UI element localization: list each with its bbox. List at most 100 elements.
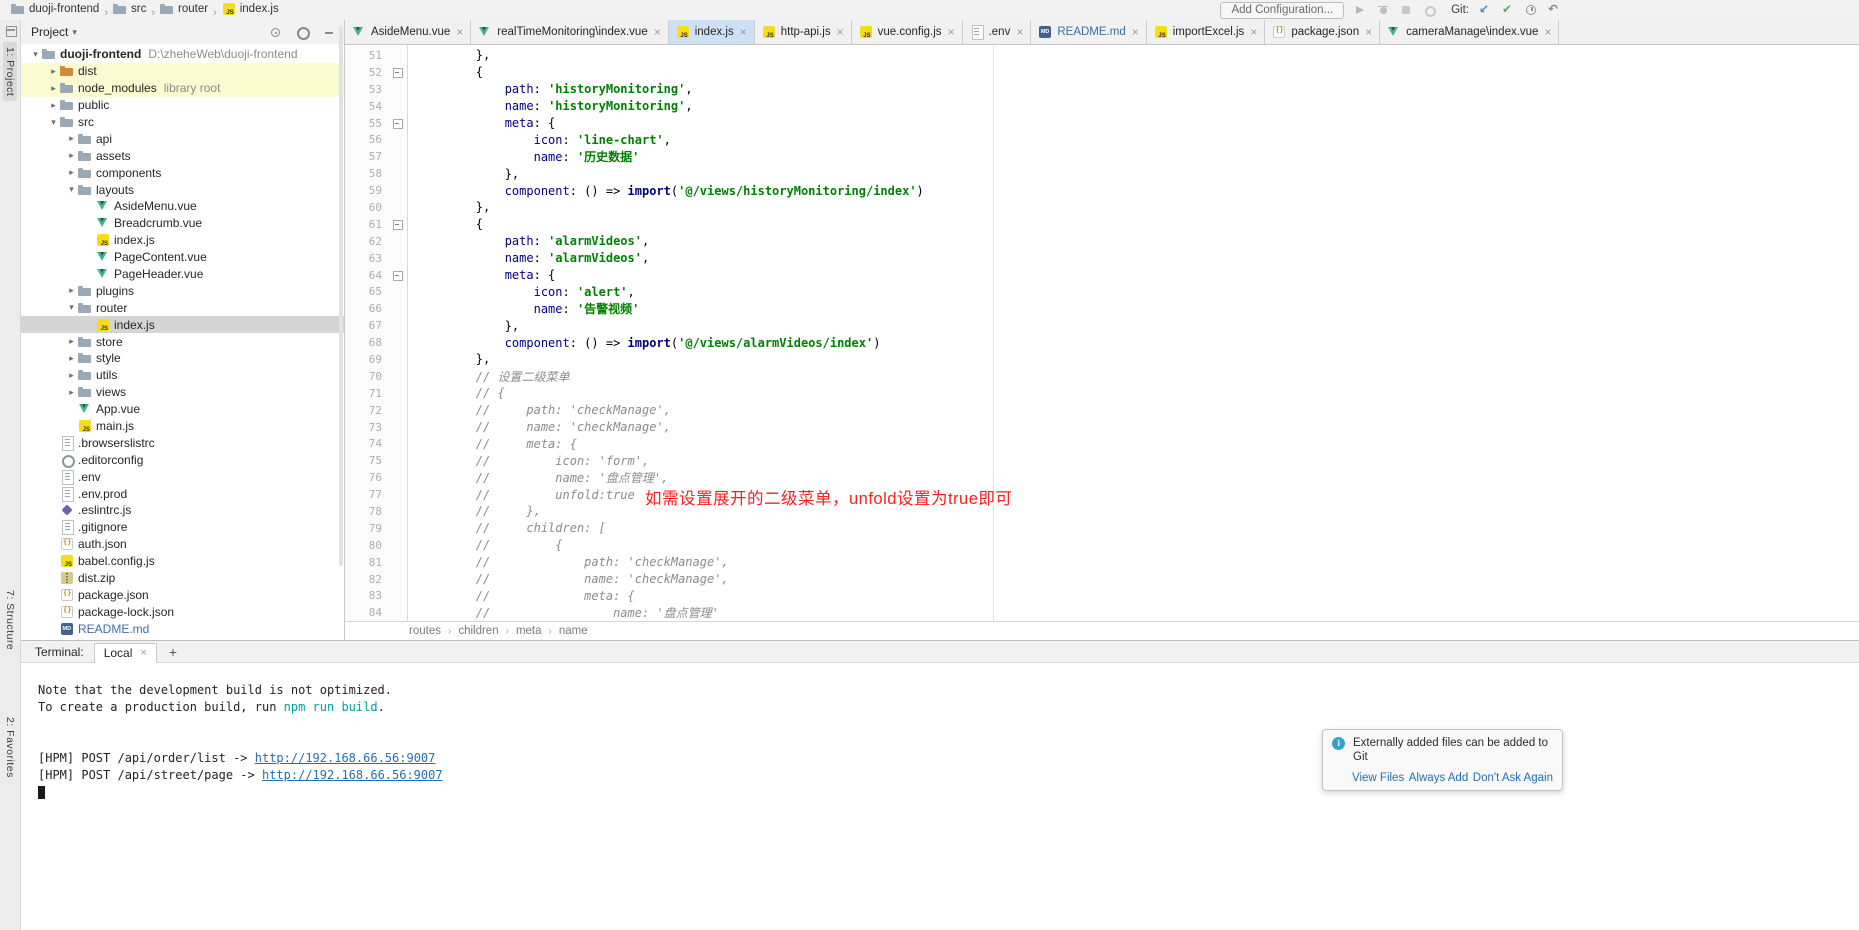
terminal-tab-local[interactable]: Local ×	[94, 643, 157, 663]
close-tab-icon[interactable]: ×	[654, 25, 661, 39]
code-line[interactable]: 55 meta: {	[345, 115, 1859, 132]
code-line[interactable]: 58 },	[345, 165, 1859, 182]
chevron-right-icon[interactable]: ▸	[65, 285, 78, 296]
chevron-right-icon[interactable]: ▸	[65, 150, 78, 161]
tree-item[interactable]: .env.prod	[21, 485, 344, 502]
tree-item[interactable]: .env	[21, 468, 344, 485]
code-line[interactable]: 51 },	[345, 47, 1859, 64]
tree-item[interactable]: ▸style	[21, 350, 344, 367]
tree-item[interactable]: dist.zip	[21, 570, 344, 587]
line-number[interactable]: 72	[345, 404, 389, 417]
tree-item[interactable]: .browserslistrc	[21, 434, 344, 451]
chevron-down-icon[interactable]: ▾	[47, 117, 60, 128]
breadcrumb-item[interactable]: duoji-frontend	[11, 2, 99, 16]
close-tab-icon[interactable]: ×	[1016, 25, 1023, 39]
close-tab-icon[interactable]: ×	[1544, 25, 1551, 39]
editor-body[interactable]: 51 },52 {53 path: 'historyMonitoring',54…	[345, 45, 1859, 621]
rollback-icon[interactable]	[1547, 3, 1561, 17]
chevron-right-icon[interactable]: ▸	[65, 133, 78, 144]
line-number[interactable]: 71	[345, 387, 389, 400]
chevron-right-icon[interactable]: ▸	[47, 66, 60, 77]
tree-item[interactable]: babel.config.js	[21, 553, 344, 570]
line-number[interactable]: 60	[345, 201, 389, 214]
fold-marker-icon[interactable]	[389, 115, 408, 132]
tree-item[interactable]: package.json	[21, 587, 344, 604]
close-tab-icon[interactable]: ×	[948, 25, 955, 39]
history-icon[interactable]	[1524, 3, 1538, 17]
editor-tab[interactable]: cameraManage\index.vue×	[1380, 20, 1559, 44]
line-number[interactable]: 73	[345, 421, 389, 434]
code-line[interactable]: 65 icon: 'alert',	[345, 283, 1859, 300]
tree-item[interactable]: ▾duoji-frontendD:\zheheWeb\duoji-fronten…	[21, 46, 344, 63]
tree-item[interactable]: ▸api	[21, 130, 344, 147]
profiler-icon[interactable]	[1422, 3, 1436, 17]
tree-item[interactable]: .eslintrc.js	[21, 502, 344, 519]
tool-stripe-favorites[interactable]: 2: Favorites	[3, 712, 17, 783]
chevron-right-icon[interactable]: ▸	[65, 167, 78, 178]
tree-item[interactable]: App.vue	[21, 401, 344, 418]
code-line[interactable]: 82 // name: 'checkManage',	[345, 571, 1859, 588]
code-line[interactable]: 72 // path: 'checkManage',	[345, 402, 1859, 419]
editor-tab[interactable]: vue.config.js×	[852, 20, 963, 44]
editor-tab[interactable]: .env×	[963, 20, 1032, 44]
line-number[interactable]: 56	[345, 133, 389, 146]
line-number[interactable]: 51	[345, 49, 389, 62]
notification-action-link[interactable]: Always Add	[1409, 772, 1468, 784]
project-tree-scrollbar[interactable]	[339, 26, 343, 566]
editor-tab[interactable]: AsideMenu.vue×	[345, 20, 471, 44]
line-number[interactable]: 75	[345, 454, 389, 467]
close-tab-icon[interactable]: ×	[740, 25, 747, 39]
line-number[interactable]: 81	[345, 556, 389, 569]
terminal-output[interactable]: Note that the development build is not o…	[21, 663, 1859, 930]
line-number[interactable]: 79	[345, 522, 389, 535]
code-line[interactable]: 81 // path: 'checkManage',	[345, 554, 1859, 571]
editor-tab[interactable]: realTimeMonitoring\index.vue×	[471, 20, 668, 44]
close-tab-icon[interactable]: ×	[1250, 25, 1257, 39]
tree-item[interactable]: AsideMenu.vue	[21, 198, 344, 215]
line-number[interactable]: 69	[345, 353, 389, 366]
tool-stripe-structure[interactable]: 7: Structure	[3, 585, 17, 655]
code-line[interactable]: 66 name: '告警视频'	[345, 300, 1859, 317]
tree-item[interactable]: .editorconfig	[21, 451, 344, 468]
new-terminal-tab-icon[interactable]: +	[169, 644, 177, 660]
code-line[interactable]: 76 // name: '盘点管理',	[345, 469, 1859, 486]
line-number[interactable]: 84	[345, 606, 389, 619]
chevron-right-icon[interactable]: ▸	[65, 387, 78, 398]
tree-item[interactable]: main.js	[21, 418, 344, 435]
tree-item[interactable]: PageHeader.vue	[21, 266, 344, 283]
close-tab-icon[interactable]: ×	[1132, 25, 1139, 39]
code-line[interactable]: 80 // {	[345, 537, 1859, 554]
chevron-right-icon[interactable]: ▸	[65, 336, 78, 347]
line-number[interactable]: 54	[345, 100, 389, 113]
line-number[interactable]: 58	[345, 167, 389, 180]
breadcrumb-item[interactable]: router	[160, 2, 208, 16]
fold-marker-icon[interactable]	[389, 216, 408, 233]
line-number[interactable]: 63	[345, 252, 389, 265]
terminal-link[interactable]: http://192.168.66.56:9007	[262, 768, 443, 782]
notification-action-link[interactable]: Don't Ask Again	[1473, 772, 1553, 784]
chevron-down-icon[interactable]: ▾	[65, 184, 78, 195]
code-line[interactable]: 78 // },	[345, 503, 1859, 520]
line-number[interactable]: 76	[345, 471, 389, 484]
gear-icon[interactable]	[295, 25, 309, 39]
code-line[interactable]: 59 component: () => import('@/views/hist…	[345, 182, 1859, 199]
run-icon[interactable]	[1353, 3, 1367, 17]
code-line[interactable]: 52 {	[345, 64, 1859, 81]
project-view-dropdown-icon[interactable]: ▾	[72, 27, 77, 38]
close-tab-icon[interactable]: ×	[1365, 25, 1372, 39]
line-number[interactable]: 74	[345, 437, 389, 450]
tree-item[interactable]: ▾router	[21, 299, 344, 316]
line-number[interactable]: 61	[345, 218, 389, 231]
tree-item[interactable]: PageContent.vue	[21, 249, 344, 266]
tree-item[interactable]: index.js	[21, 232, 344, 249]
git-update-icon[interactable]	[1478, 3, 1492, 17]
code-line[interactable]: 56 icon: 'line-chart',	[345, 131, 1859, 148]
tree-item[interactable]: Breadcrumb.vue	[21, 215, 344, 232]
editor-tab[interactable]: index.js×	[669, 20, 755, 44]
code-line[interactable]: 60 },	[345, 199, 1859, 216]
line-number[interactable]: 55	[345, 117, 389, 130]
tree-item[interactable]: ▸plugins	[21, 282, 344, 299]
tree-item[interactable]: README.md	[21, 620, 344, 637]
debug-icon[interactable]	[1376, 3, 1390, 17]
close-terminal-tab-icon[interactable]: ×	[140, 647, 146, 659]
